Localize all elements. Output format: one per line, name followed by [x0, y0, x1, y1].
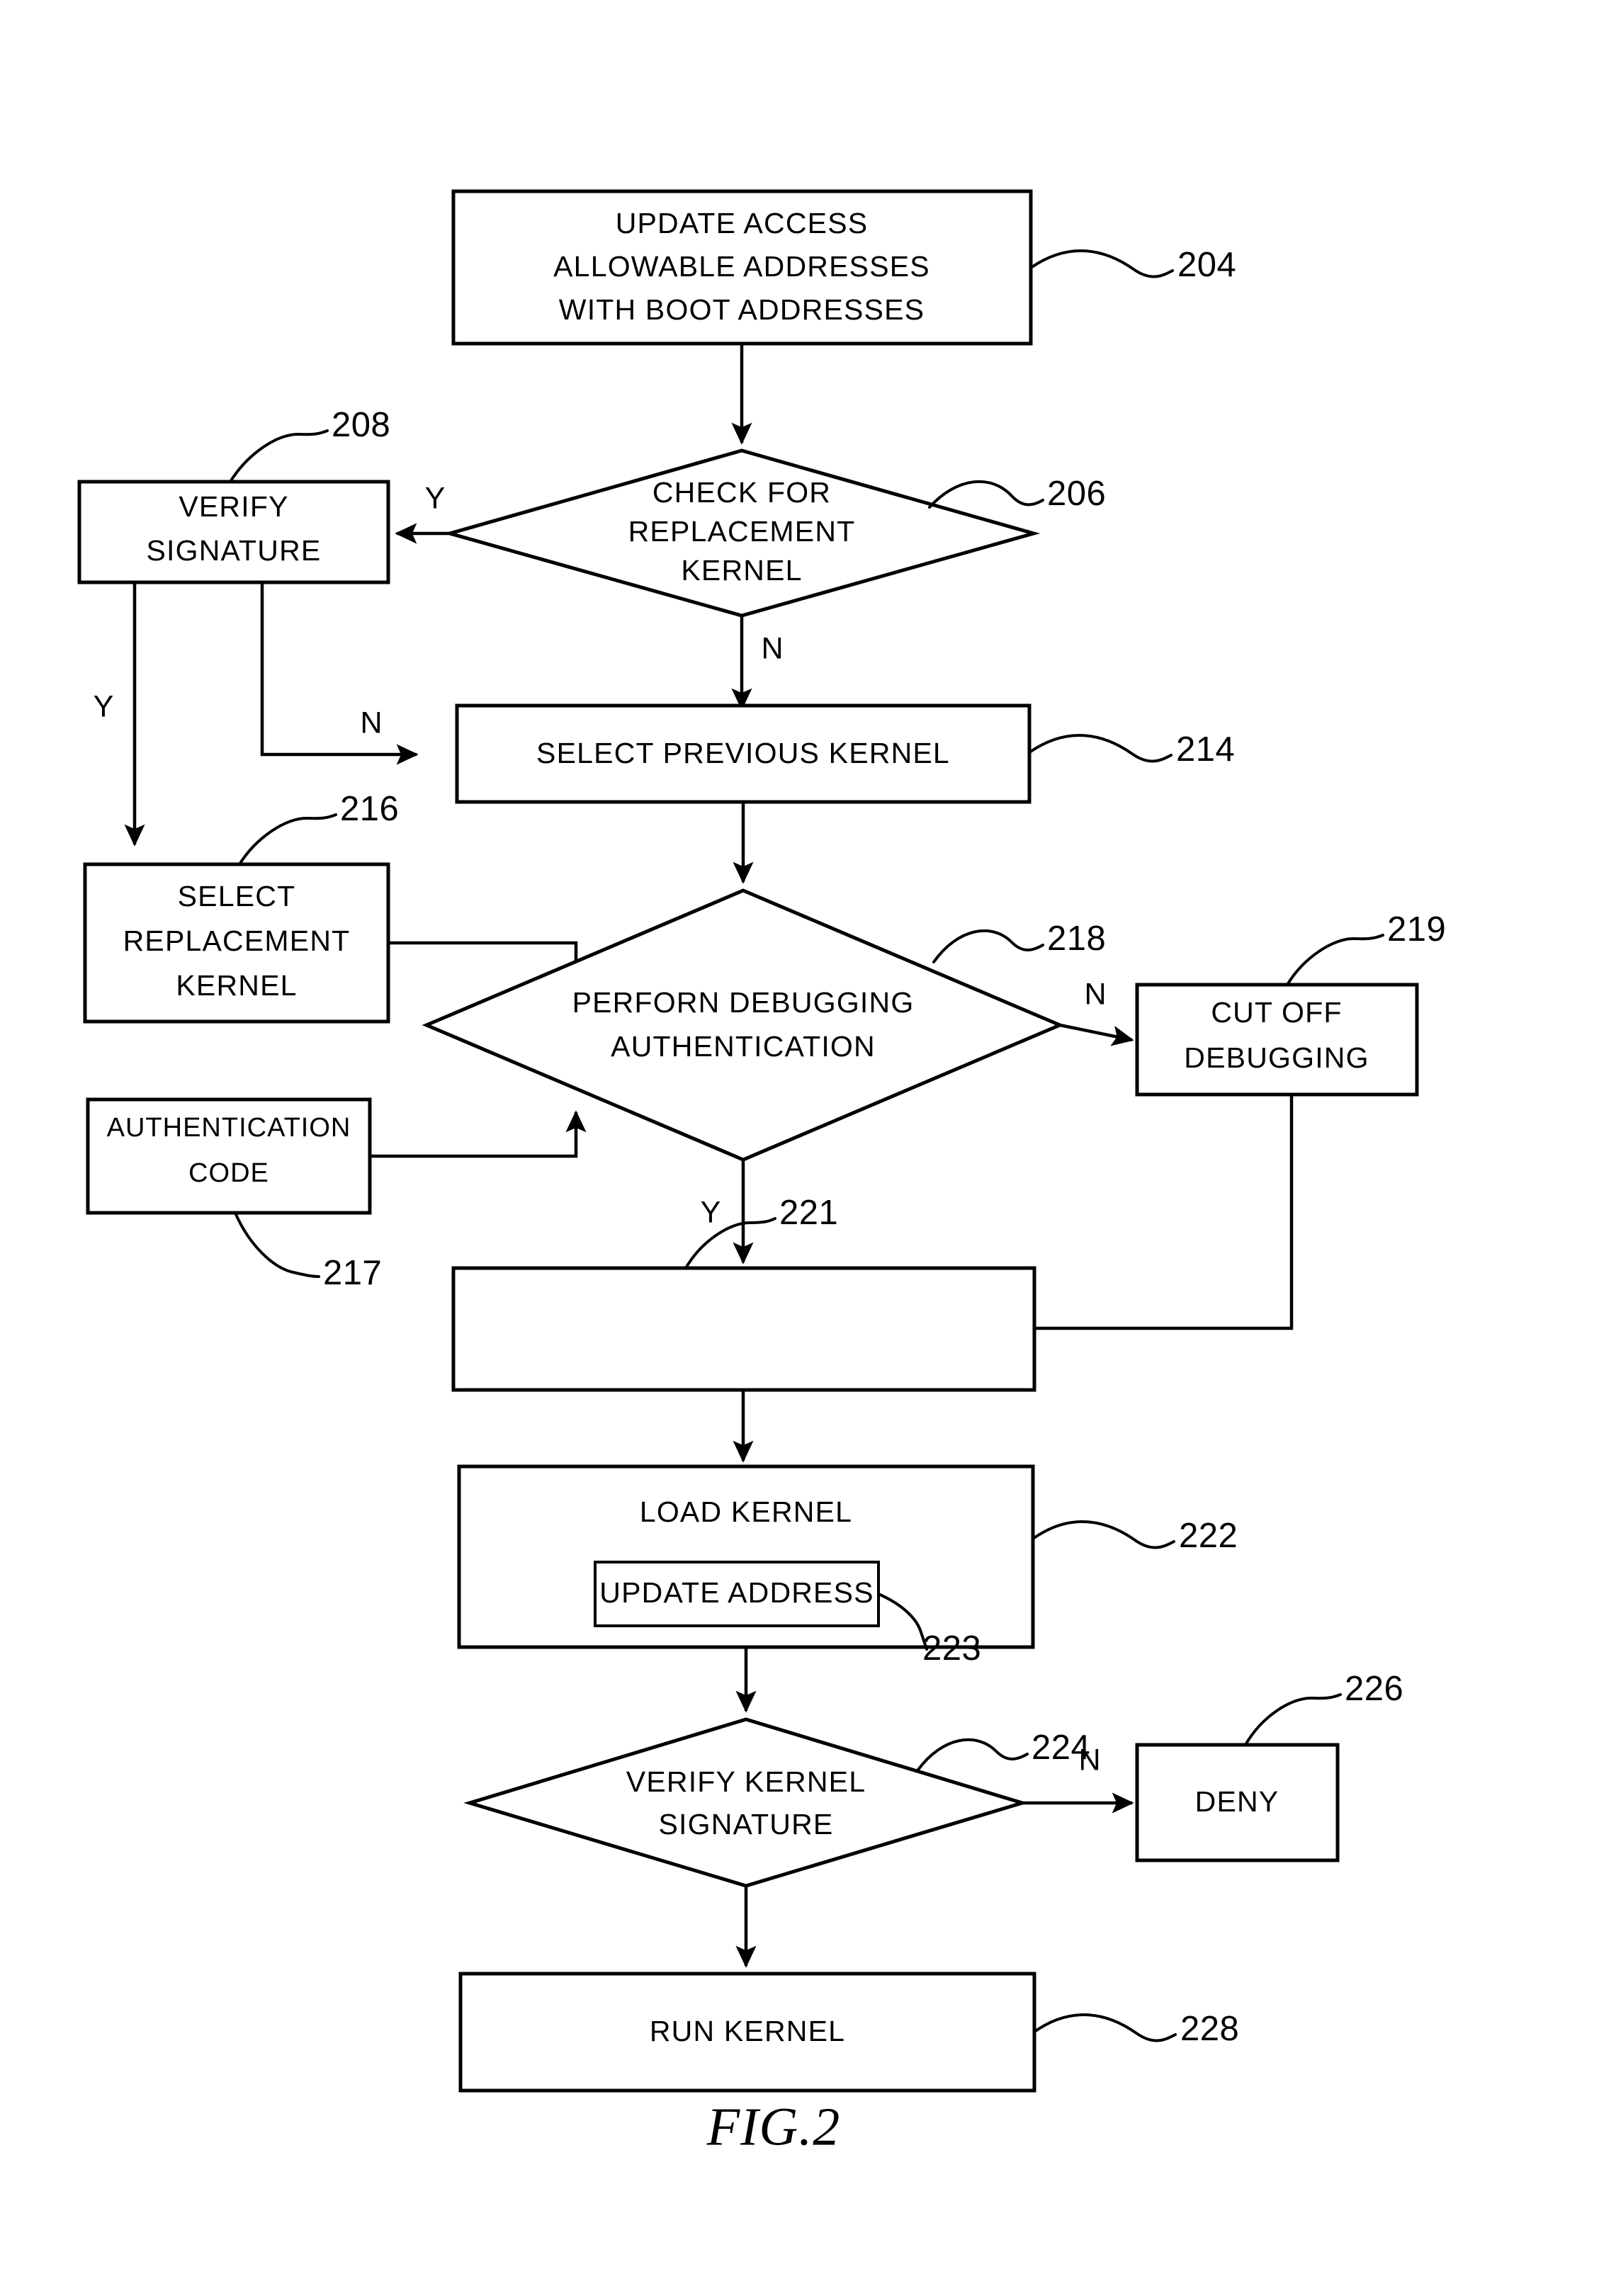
branch-label-verify-kernel-no: N	[1078, 1743, 1100, 1777]
deny-label: DENY	[1195, 1785, 1279, 1818]
verify-kernel-signature-line-1: VERIFY KERNEL	[626, 1765, 866, 1798]
ref-number-204: 204	[1177, 246, 1236, 284]
ref-leader-224: 224	[917, 1729, 1090, 1771]
update-address-label: UPDATE ADDRESS	[599, 1576, 874, 1609]
ref-number-208: 208	[332, 406, 390, 444]
node-check-replacement: CHECK FOR REPLACEMENT KERNEL	[443, 448, 1041, 618]
load-kernel-label: LOAD KERNEL	[640, 1495, 852, 1528]
ref-number-226: 226	[1345, 1670, 1403, 1708]
ref-leader-222: 222	[1032, 1517, 1238, 1555]
branch-label-verify-signature-yes: Y	[94, 689, 114, 723]
clear-memory-box-outline	[451, 1266, 1036, 1392]
node-verify-signature: VERIFY SIGNATURE	[77, 480, 390, 584]
node-load-kernel: LOAD KERNEL UPDATE ADDRESS	[457, 1464, 1035, 1649]
verify-signature-line-1: VERIFY	[179, 490, 288, 523]
cut-off-debugging-line-1: CUT OFF	[1211, 996, 1342, 1029]
ref-number-223: 223	[922, 1629, 981, 1668]
branch-label-debug-auth-no: N	[1084, 977, 1106, 1011]
select-previous-kernel-label: SELECT PREVIOUS KERNEL	[536, 737, 950, 769]
authentication-code-line-2: CODE	[188, 1158, 269, 1188]
ref-leader-206: 206	[928, 475, 1106, 513]
ref-number-221: 221	[779, 1194, 838, 1232]
ref-number-222: 222	[1179, 1517, 1238, 1555]
verify-kernel-signature-line-2: SIGNATURE	[659, 1808, 834, 1840]
branch-label-verify-signature-no: N	[360, 706, 382, 740]
ref-leader-204: 204	[1029, 246, 1236, 284]
check-replacement-line-3: KERNEL	[681, 554, 802, 587]
edge-218-no-to-219	[1059, 1023, 1134, 1046]
select-replacement-kernel-line-2: REPLACEMENT	[123, 924, 351, 957]
select-replacement-kernel-line-3: KERNEL	[176, 969, 297, 1002]
perform-debugging-authentication-line-2: AUTHENTICATION	[611, 1030, 876, 1063]
ref-leader-226: 226	[1244, 1670, 1403, 1746]
ref-leader-216: 216	[238, 790, 399, 866]
perform-debugging-authentication-line-1: PERFORN DEBUGGING	[572, 986, 915, 1019]
run-kernel-label: RUN KERNEL	[650, 2015, 845, 2047]
node-perform-debugging-authentication: PERFORN DEBUGGING AUTHENTICATION	[422, 888, 1065, 1162]
select-replacement-kernel-line-1: SELECT	[178, 880, 296, 912]
node-authentication-code: AUTHENTICATION CODE	[86, 1097, 372, 1215]
ref-number-228: 228	[1180, 2010, 1239, 2048]
branch-label-check-replacement-yes: Y	[425, 481, 446, 515]
node-clear-memory: CLEAR MEMORY	[451, 1266, 1036, 1392]
node-deny: DENY	[1135, 1743, 1340, 1862]
cut-off-debugging-line-2: DEBUGGING	[1184, 1041, 1369, 1074]
ref-leader-208: 208	[229, 406, 390, 483]
update-access-line-3: WITH BOOT ADDRESSES	[559, 293, 925, 326]
node-run-kernel: RUN KERNEL	[458, 1972, 1036, 2093]
node-select-previous-kernel: SELECT PREVIOUS KERNEL	[455, 703, 1032, 804]
ref-number-217: 217	[323, 1254, 382, 1292]
ref-leader-228: 228	[1033, 2010, 1239, 2048]
ref-number-219: 219	[1387, 910, 1446, 949]
figure-caption: FIG.2	[706, 2097, 841, 2156]
verify-kernel-signature-diamond	[463, 1717, 1029, 1888]
update-access-line-2: ALLOWABLE ADDRESSES	[553, 250, 930, 283]
branch-label-check-replacement-no: N	[761, 631, 783, 665]
update-access-line-1: UPDATE ACCESS	[616, 207, 869, 239]
node-cut-off-debugging: CUT OFF DEBUGGING	[1135, 983, 1419, 1097]
verify-signature-line-2: SIGNATURE	[147, 534, 322, 567]
ref-leader-214: 214	[1028, 730, 1235, 769]
branch-label-debug-auth-yes: Y	[701, 1195, 721, 1229]
patent-figure-2: UPDATE ACCESS ALLOWABLE ADDRESSES WITH B…	[0, 0, 1599, 2296]
edge-208-no-to-214	[260, 582, 419, 765]
ref-number-214: 214	[1176, 730, 1235, 769]
ref-number-216: 216	[340, 790, 399, 828]
flowchart-canvas: UPDATE ACCESS ALLOWABLE ADDRESSES WITH B…	[77, 189, 1446, 2156]
node-verify-kernel-signature: VERIFY KERNEL SIGNATURE	[463, 1717, 1029, 1888]
edge-217-to-218	[370, 1110, 587, 1158]
ref-number-218: 218	[1047, 920, 1106, 958]
node-update-access: UPDATE ACCESS ALLOWABLE ADDRESSES WITH B…	[451, 189, 1033, 346]
perform-debugging-authentication-diamond	[422, 888, 1065, 1162]
check-replacement-line-1: CHECK FOR	[652, 476, 831, 509]
ref-leader-218: 218	[932, 920, 1106, 963]
ref-leader-217: 217	[234, 1211, 382, 1292]
authentication-code-line-1: AUTHENTICATION	[107, 1113, 351, 1143]
check-replacement-line-2: REPLACEMENT	[628, 515, 856, 548]
ref-leader-219: 219	[1286, 910, 1446, 986]
ref-number-206: 206	[1047, 475, 1106, 513]
node-select-replacement-kernel: SELECT REPLACEMENT KERNEL	[83, 862, 390, 1024]
